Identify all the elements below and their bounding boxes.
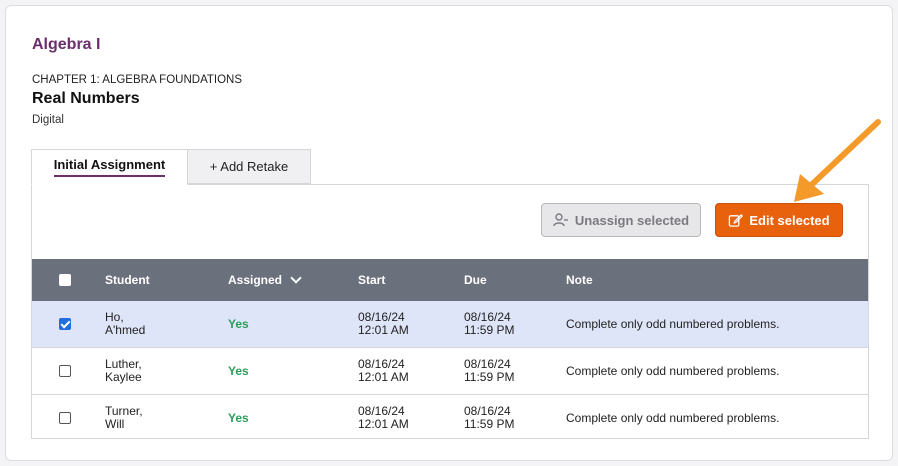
lesson-title: Real Numbers [32,90,140,107]
unassign-selected-label: Unassign selected [574,212,690,228]
due-time: 11:59 PM [464,323,515,337]
assigned-status: Yes [228,364,249,378]
students-table: Student Assigned Start Due Note Ho, A'hm… [32,259,868,441]
tab-add-retake-label: + Add Retake [209,159,289,174]
lesson-type: Digital [32,114,64,126]
tab-initial-assignment-label: Initial Assignment [53,157,166,177]
note-text: Complete only odd numbered problems. [566,317,780,331]
row-checkbox[interactable] [59,318,71,330]
due-time: 11:59 PM [464,417,515,431]
edit-selected-label: Edit selected [749,212,830,228]
tab-add-retake[interactable]: + Add Retake [187,149,311,184]
header-student[interactable]: Student [105,259,150,301]
row-checkbox[interactable] [59,365,71,377]
start-time: 12:01 AM [358,323,409,337]
table-header: Student Assigned Start Due Note [32,259,868,301]
assignment-panel: Unassign selected Edit selected Student … [31,184,869,439]
header-assigned[interactable]: Assigned [228,259,302,301]
note-text: Complete only odd numbered problems. [566,411,780,425]
table-row[interactable]: Luther, Kaylee Yes 08/16/24 12:01 AM 08/… [32,348,868,395]
header-start[interactable]: Start [358,259,385,301]
due-time: 11:59 PM [464,370,515,384]
edit-icon [729,213,744,227]
student-first-name: Kaylee [105,370,142,384]
tab-initial-assignment[interactable]: Initial Assignment [31,149,188,185]
chapter-label: CHAPTER 1: ALGEBRA FOUNDATIONS [32,74,243,86]
header-due[interactable]: Due [464,259,487,301]
student-first-name: A'hmed [105,323,146,337]
assigned-status: Yes [228,317,249,331]
note-text: Complete only odd numbered problems. [566,364,780,378]
header-note[interactable]: Note [566,259,593,301]
user-minus-icon [553,213,568,227]
assignment-card: Algebra I CHAPTER 1: ALGEBRA FOUNDATIONS… [5,5,893,461]
student-first-name: Will [105,417,125,431]
course-title: Algebra I [32,36,101,53]
table-row[interactable]: Turner, Will Yes 08/16/24 12:01 AM 08/16… [32,395,868,441]
table-row[interactable]: Ho, A'hmed Yes 08/16/24 12:01 AM 08/16/2… [32,301,868,348]
row-checkbox[interactable] [59,412,71,424]
assigned-status: Yes [228,411,249,425]
callout-arrow-icon [794,119,881,202]
chevron-down-icon [290,272,302,284]
unassign-selected-button[interactable]: Unassign selected [541,203,701,237]
select-all-checkbox[interactable] [59,274,71,286]
start-time: 12:01 AM [358,417,409,431]
header-assigned-label: Assigned [228,273,283,287]
start-time: 12:01 AM [358,370,409,384]
edit-selected-button[interactable]: Edit selected [715,203,843,237]
